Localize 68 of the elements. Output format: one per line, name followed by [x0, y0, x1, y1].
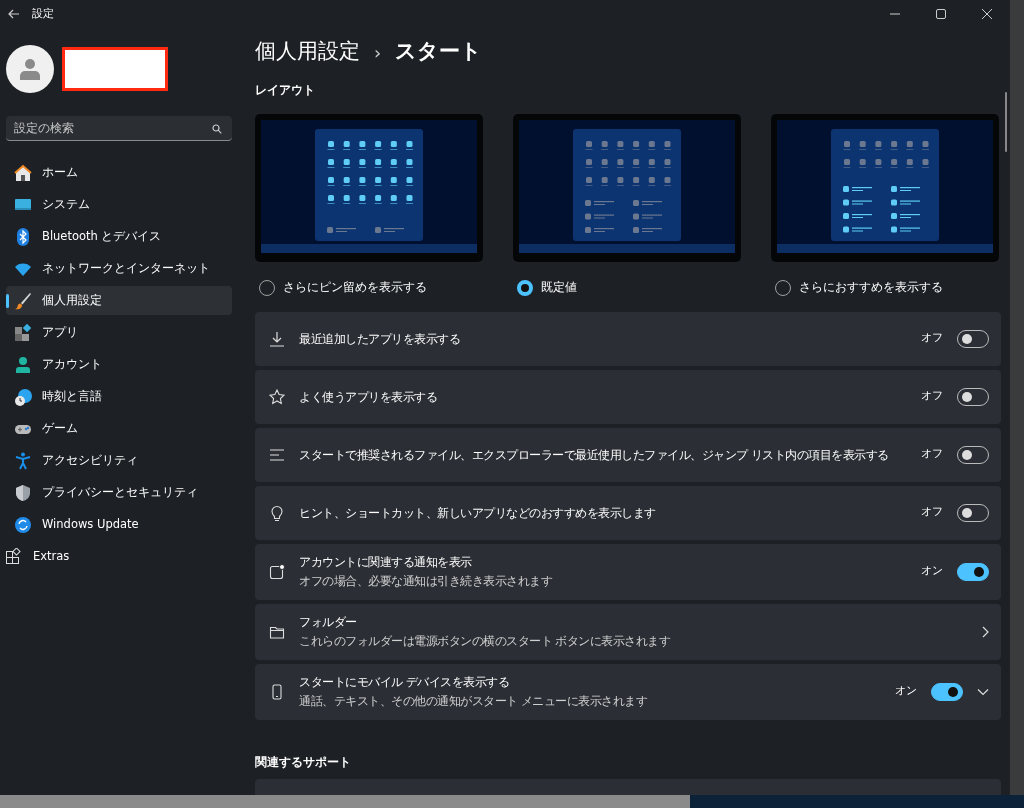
toggle-state-label: オフ [921, 504, 943, 521]
paintbrush-icon [14, 291, 32, 310]
nav-item[interactable]: ホーム [6, 158, 232, 187]
toggle-state-label: オン [921, 563, 943, 580]
setting-title: 最近追加したアプリを表示する [299, 330, 461, 348]
toggle-state-label: オフ [921, 446, 943, 463]
shield-icon [14, 483, 32, 502]
setting-description: これらのフォルダーは電源ボタンの横のスタート ボタンに表示されます [299, 632, 672, 650]
maximize-icon [936, 9, 946, 19]
start-layout-preview[interactable] [255, 113, 483, 262]
close-icon [982, 9, 992, 19]
nav-item[interactable]: Extras [5, 542, 231, 571]
notification-window-icon [269, 563, 285, 580]
download-icon [269, 330, 285, 347]
toggle-switch[interactable] [957, 562, 989, 581]
start-layout-preview[interactable] [771, 113, 999, 262]
person-icon [14, 355, 32, 374]
star-icon [269, 388, 285, 405]
nav-item[interactable]: ネットワークとインターネット [6, 254, 232, 283]
avatar [6, 45, 54, 93]
back-arrow-icon[interactable] [8, 9, 20, 19]
setting-title: アカウントに関連する通知を表示 [299, 553, 473, 571]
window-title: 設定 [32, 5, 54, 22]
radio-option[interactable]: 既定値 [517, 277, 741, 298]
nav-item[interactable]: アカウント [6, 350, 232, 379]
radio-option[interactable]: さらにおすすめを表示する [775, 277, 999, 298]
nav-item[interactable]: 時刻と言語 [6, 382, 232, 411]
nav-item[interactable]: Bluetooth とデバイス [6, 222, 232, 251]
search-field[interactable]: 設定の検索 [6, 116, 232, 141]
chevron-down-icon[interactable] [977, 687, 989, 696]
start-layout-preview[interactable] [513, 113, 741, 262]
toggle-switch[interactable] [931, 682, 963, 701]
globe-clock-icon [14, 387, 32, 406]
grid-puzzle-icon [5, 547, 23, 566]
house-icon [14, 163, 32, 182]
apps-grid-icon [14, 323, 32, 342]
refresh-icon [14, 515, 32, 534]
lightbulb-icon [269, 504, 285, 521]
section-heading: 関連するサポート [255, 753, 352, 771]
toggle-state-label: オフ [921, 388, 943, 405]
nav-item[interactable]: アプリ [6, 318, 232, 347]
setting-title: スタートで推奨されるファイル、エクスプローラーで最近使用したファイル、ジャンプ リスト内の項目を表示する [299, 446, 890, 464]
breadcrumb-parent[interactable]: 個人用設定 [255, 36, 360, 68]
phone-icon [269, 683, 285, 700]
breadcrumb-separator: › [374, 40, 382, 65]
toggle-state-label: オフ [921, 330, 943, 347]
nav-item[interactable]: 個人用設定 [6, 286, 232, 315]
chevron-right-icon[interactable] [981, 625, 989, 638]
section-heading: レイアウト [255, 82, 316, 100]
setting-description: オフの場合、必要な通知は引き続き表示されます [299, 572, 553, 590]
lines-icon [269, 446, 285, 463]
nav-item[interactable]: アクセシビリティ [6, 446, 232, 475]
setting-title: ヒント、ショートカット、新しいアプリなどのおすすめを表示します [299, 504, 657, 522]
nav-item[interactable]: システム [6, 190, 232, 219]
page-title: スタート [395, 38, 483, 66]
setting-title: フォルダー [299, 613, 358, 631]
setting-title: スタートにモバイル デバイスを表示する [299, 673, 511, 691]
nav-item[interactable]: Windows Update [6, 510, 232, 539]
accessibility-icon [14, 451, 32, 470]
setting-description: 通話、テキスト、その他の通知がスタート メニューに表示されます [299, 692, 649, 710]
toggle-state-label: オン [895, 683, 917, 700]
nav-item[interactable]: ゲーム [6, 414, 232, 443]
bluetooth-icon [14, 227, 32, 246]
nav-item[interactable]: プライバシーとセキュリティ [6, 478, 232, 507]
scrollbar-thumb[interactable] [1005, 92, 1007, 152]
radio-option[interactable]: さらにピン留めを表示する [259, 277, 483, 298]
setting-title: よく使うアプリを表示する [299, 388, 438, 406]
search-icon [212, 124, 222, 134]
